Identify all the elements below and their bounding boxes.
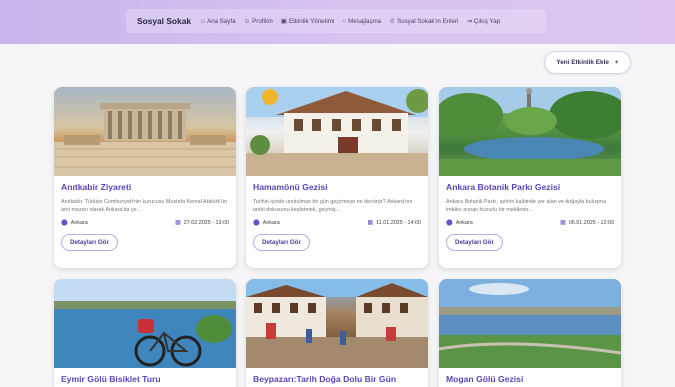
top-navigation-bar: Sosyal Sokak ⌂ Ana Sayfa ☺ Profilim ▣ Et… xyxy=(0,0,675,44)
event-datetime: ▦ 11.01.2025 - 14:00 xyxy=(367,219,421,227)
old-houses-illustration xyxy=(246,87,428,176)
event-meta: ⬤ Ankara ▦ 11.01.2025 - 14:00 xyxy=(253,219,421,227)
location-pin-icon: ⬤ xyxy=(253,220,260,226)
event-title[interactable]: Eymir Gölü Bisiklet Turu xyxy=(61,374,229,384)
location-pin-icon: ⬤ xyxy=(61,220,68,226)
event-card: Mogan Gölü Gezisi xyxy=(439,279,621,387)
details-button[interactable]: Detayları Gör xyxy=(61,234,118,251)
nav-item-logout[interactable]: ⇥ Çıkış Yap xyxy=(466,17,501,26)
details-button[interactable]: Detayları Gör xyxy=(253,234,310,251)
home-icon: ⌂ xyxy=(201,17,205,25)
location-pin-icon: ⬤ xyxy=(446,220,453,226)
lake-park-illustration xyxy=(439,279,621,368)
event-title[interactable]: Mogan Gölü Gezisi xyxy=(446,374,614,384)
event-date: 11.01.2025 - 14:00 xyxy=(376,219,421,226)
event-card: Eymir Gölü Bisiklet Turu xyxy=(54,279,236,387)
event-title[interactable]: Ankara Botanik Parkı Gezisi xyxy=(446,182,614,192)
nav-item-label: Çıkış Yap xyxy=(473,17,501,25)
add-event-label: Yeni Etkinlik Ekle xyxy=(556,59,609,66)
add-event-button[interactable]: Yeni Etkinlik Ekle + xyxy=(544,51,631,74)
event-title[interactable]: Hamamönü Gezisi xyxy=(253,182,421,192)
lake-bicycle-illustration xyxy=(54,279,236,368)
calendar-icon: ▦ xyxy=(175,220,181,226)
details-button[interactable]: Detayları Gör xyxy=(446,234,503,251)
nav-item-profile[interactable]: ☺ Profilim xyxy=(244,18,273,25)
nav-item-home[interactable]: ⌂ Ana Sayfa xyxy=(201,18,236,25)
nav-item-label: Ana Sayfa xyxy=(206,17,236,25)
event-location: ⬤ Ankara xyxy=(61,219,88,227)
event-location: ⬤ Ankara xyxy=(253,219,280,227)
mausoleum-illustration xyxy=(54,103,236,176)
nav-menu: Sosyal Sokak ⌂ Ana Sayfa ☺ Profilim ▣ Et… xyxy=(126,9,546,33)
user-icon: ☺ xyxy=(243,17,251,25)
event-location: ⬤ Ankara xyxy=(446,219,473,227)
nav-item-label: Profilim xyxy=(252,17,273,25)
calendar-icon: ▣ xyxy=(280,18,287,25)
trophy-icon: ♕ xyxy=(389,18,396,25)
nav-item-label: Etkinlik Yönetimi xyxy=(288,17,335,25)
event-card: Anıtkabir Ziyareti Anıtkabir, Türkiye Cu… xyxy=(54,87,236,268)
event-title[interactable]: Beypazarı:Tarih Doğa Dolu Bir Gün xyxy=(253,374,421,384)
nav-item-event-management[interactable]: ▣ Etkinlik Yönetimi xyxy=(280,17,335,26)
event-city: Ankara xyxy=(262,219,280,226)
old-bazaar-illustration xyxy=(246,279,428,368)
calendar-icon: ▦ xyxy=(367,220,374,226)
calendar-icon: ▦ xyxy=(560,220,566,226)
event-image xyxy=(439,87,621,176)
event-image xyxy=(54,87,236,176)
event-date: 06.01.2025 - 12:00 xyxy=(568,219,614,226)
event-card: Ankara Botanik Parkı Gezisi Ankara Botan… xyxy=(439,87,621,268)
logout-icon: ⇥ xyxy=(466,18,472,25)
nav-item-label: Sosyal Sokak'ın Enleri xyxy=(397,17,459,25)
event-date: 27.02.2025 - 13:00 xyxy=(183,219,229,226)
event-title[interactable]: Anıtkabir Ziyareti xyxy=(61,182,229,192)
event-description: Tarihin içinde unutulmaz bir gün geçirme… xyxy=(253,199,413,213)
event-image xyxy=(439,279,621,368)
event-datetime: ▦ 06.01.2025 - 12:00 xyxy=(560,219,614,227)
brand-logo-text[interactable]: Sosyal Sokak xyxy=(137,16,191,26)
event-meta: ⬤ Ankara ▦ 27.02.2025 - 13:00 xyxy=(61,219,229,227)
event-datetime: ▦ 27.02.2025 - 13:00 xyxy=(175,219,229,227)
nav-item-leaderboard[interactable]: ♕ Sosyal Sokak'ın Enleri xyxy=(389,17,459,26)
event-image xyxy=(246,279,428,368)
event-city: Ankara xyxy=(70,219,88,226)
event-card: Hamamönü Gezisi Tarihin içinde unutulmaz… xyxy=(246,87,428,268)
nav-item-label: Mesajlaşma xyxy=(348,17,382,25)
event-description: Anıtkabir, Türkiye Cumhuriyeti'nin kuruc… xyxy=(61,199,228,213)
park-illustration xyxy=(439,87,621,176)
plus-icon: + xyxy=(614,59,619,66)
chat-icon: ○ xyxy=(342,17,347,25)
nav-item-messaging[interactable]: ○ Mesajlaşma xyxy=(342,18,381,25)
event-image xyxy=(246,87,428,176)
event-meta: ⬤ Ankara ▦ 06.01.2025 - 12:00 xyxy=(446,219,614,227)
event-description: Ankara Botanik Parkı, şehrin kalbinde ye… xyxy=(446,199,607,213)
event-image xyxy=(54,279,236,368)
event-card: Beypazarı:Tarih Doğa Dolu Bir Gün xyxy=(246,279,428,387)
event-city: Ankara xyxy=(455,219,473,226)
